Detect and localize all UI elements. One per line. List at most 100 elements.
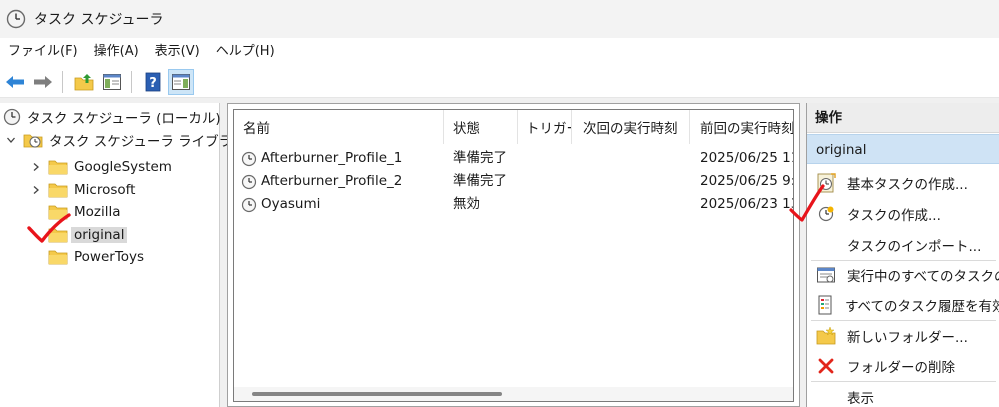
folder-icon [48, 226, 68, 244]
task-list[interactable]: 名前 状態 トリガー 次回の実行時刻 前回の実行時刻 Afterburner_P… [233, 109, 794, 402]
create-task-action[interactable]: タスクの作成... [807, 202, 999, 226]
tree-folder-mozilla[interactable]: Mozilla [48, 201, 121, 223]
delete-folder-action[interactable]: フォルダーの削除 [807, 354, 999, 378]
enable-all-task-history-action[interactable]: すべてのタスク履歴を有効 [807, 293, 999, 317]
chevron-right-icon[interactable] [30, 184, 42, 196]
column-header-last-run[interactable]: 前回の実行時刻 [690, 110, 793, 144]
action-separator [811, 260, 996, 261]
task-next-run [583, 193, 688, 216]
column-header-name[interactable]: 名前 [234, 110, 444, 144]
tree-folder-label: PowerToys [74, 249, 145, 265]
task-next-run [583, 147, 688, 170]
create-basic-task-icon [816, 173, 836, 193]
task-last-run: 2025/06/25 9:56 [700, 173, 794, 189]
scrollbar-thumb[interactable] [252, 392, 502, 396]
show-hide-console-tree-button[interactable] [99, 69, 125, 95]
toolbar-separator [131, 70, 132, 93]
import-task-blank-icon [816, 235, 836, 255]
tree-folder-microsoft[interactable]: Microsoft [30, 179, 135, 201]
menu-action[interactable]: 操作(A) [86, 38, 147, 66]
folder-clock-icon [23, 131, 43, 149]
forward-button[interactable] [30, 69, 56, 95]
column-header-next-run[interactable]: 次回の実行時刻 [572, 110, 690, 144]
new-folder-icon [816, 326, 836, 346]
table-row[interactable]: Afterburner_Profile_1 準備完了 2025/06/25 11… [234, 147, 793, 170]
table-row[interactable]: Afterburner_Profile_2 準備完了 2025/06/25 9:… [234, 170, 794, 193]
actions-header: 操作 [807, 103, 999, 133]
actions-section-original[interactable]: original [807, 134, 999, 164]
tree-folder-googlesystem[interactable]: GoogleSystem [30, 156, 172, 178]
task-clock-icon [241, 197, 257, 212]
task-status: 無効 [453, 196, 480, 212]
action-label: 新しいフォルダー... [847, 330, 968, 346]
tree-library[interactable]: タスク スケジューラ ライブラリ [5, 129, 246, 151]
menu-file[interactable]: ファイル(F) [0, 38, 86, 66]
back-button[interactable] [2, 69, 28, 95]
task-clock-icon [241, 151, 257, 166]
folder-icon [48, 203, 68, 221]
delete-x-icon [816, 356, 836, 376]
up-folder-button[interactable] [71, 69, 97, 95]
window-title: タスク スケジューラ [34, 12, 164, 28]
tree-folder-powertoys[interactable]: PowerToys [48, 246, 144, 268]
tree-folder-label: GoogleSystem [74, 159, 172, 175]
help-book-icon: ? [145, 72, 161, 91]
display-running-tasks-action[interactable]: 実行中のすべてのタスクの [807, 263, 999, 287]
action-pane-icon [172, 73, 190, 90]
tree-folder-label: Mozilla [74, 204, 121, 220]
task-trigger [526, 193, 570, 216]
folder-icon [48, 158, 68, 176]
show-hide-action-pane-button[interactable] [168, 68, 194, 95]
column-header-trigger[interactable]: トリガー [518, 110, 572, 144]
task-list-pane: 名前 状態 トリガー 次回の実行時刻 前回の実行時刻 Afterburner_P… [227, 103, 800, 407]
task-name-cell: Afterburner_Profile_1 [241, 147, 441, 170]
horizontal-scrollbar[interactable] [234, 387, 793, 401]
action-label: すべてのタスク履歴を有効 [845, 299, 999, 315]
column-header-status[interactable]: 状態 [444, 110, 518, 144]
chevron-down-icon[interactable] [5, 134, 17, 146]
workspace: タスク スケジューラ (ローカル) タスク スケジューラ ライブラリ Googl… [0, 98, 999, 407]
view-blank-icon [816, 387, 836, 407]
menu-help[interactable]: ヘルプ(H) [208, 38, 283, 66]
chevron-right-icon[interactable] [30, 161, 42, 173]
task-trigger [526, 147, 570, 170]
action-label: 実行中のすべてのタスクの [847, 269, 999, 285]
clock-icon [3, 108, 21, 126]
help-button[interactable]: ? [140, 69, 166, 95]
folder-icon [48, 248, 68, 266]
menu-view[interactable]: 表示(V) [147, 38, 208, 66]
folder-up-icon [74, 73, 94, 90]
tree-root-label: タスク スケジューラ (ローカル) [27, 111, 221, 127]
new-folder-action[interactable]: 新しいフォルダー... [807, 324, 999, 348]
tree-root[interactable]: タスク スケジューラ (ローカル) [3, 106, 221, 128]
view-action[interactable]: 表示 [807, 385, 999, 407]
task-last-run: 2025/06/23 13:2 [700, 196, 793, 212]
task-name: Afterburner_Profile_2 [261, 173, 403, 189]
title-bar: タスク スケジューラ [0, 0, 999, 38]
task-status: 準備完了 [453, 173, 507, 189]
folder-icon [48, 181, 68, 199]
task-last-run: 2025/06/25 11:2 [700, 150, 793, 166]
task-trigger [526, 170, 570, 193]
task-history-icon [816, 295, 834, 315]
console-tree-icon [103, 73, 121, 90]
create-basic-task-action[interactable]: 基本タスクの作成... [807, 171, 999, 195]
console-tree: タスク スケジューラ (ローカル) タスク スケジューラ ライブラリ Googl… [0, 103, 246, 407]
running-tasks-icon [816, 265, 836, 285]
task-name: Oyasumi [261, 196, 321, 212]
tree-folder-original[interactable]: original [48, 224, 128, 246]
task-status: 準備完了 [453, 150, 507, 166]
action-separator [811, 381, 996, 382]
action-label: タスクのインポート... [847, 239, 982, 255]
create-task-clock-icon [816, 204, 836, 224]
task-clock-icon [241, 174, 257, 189]
task-name-cell: Afterburner_Profile_2 [241, 170, 441, 193]
forward-arrow-icon [34, 75, 52, 88]
task-scheduler-clock-icon [6, 9, 26, 29]
toolbar-separator [62, 70, 63, 93]
task-name: Afterburner_Profile_1 [261, 150, 403, 166]
import-task-action[interactable]: タスクのインポート... [807, 233, 999, 257]
menu-bar: ファイル(F) 操作(A) 表示(V) ヘルプ(H) [0, 38, 999, 66]
tree-library-label: タスク スケジューラ ライブラリ [49, 134, 246, 150]
table-row[interactable]: Oyasumi 無効 2025/06/23 13:2 [234, 193, 793, 216]
